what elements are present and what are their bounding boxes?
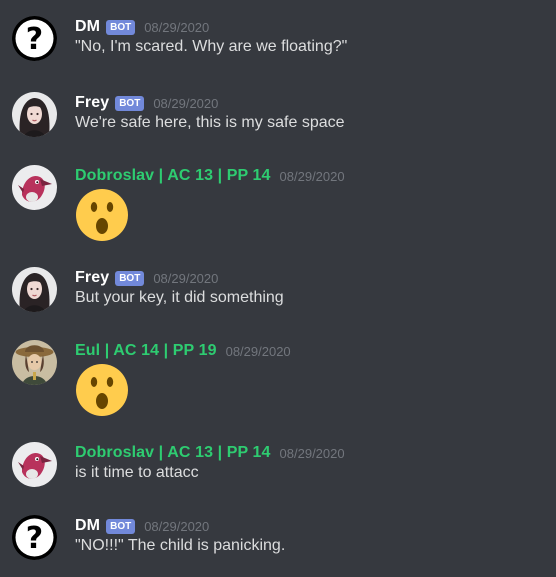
open-mouth-emoji[interactable] — [75, 363, 129, 417]
chat-message-list[interactable]: ? DM BOT 08/29/2020 "No, I'm scared. Why… — [0, 0, 556, 577]
username[interactable]: DM — [75, 517, 100, 535]
timestamp: 08/29/2020 — [153, 270, 219, 286]
username[interactable]: Dobroslav | AC 13 | PP 14 — [75, 167, 271, 185]
username[interactable]: Eul | AC 14 | PP 19 — [75, 342, 217, 360]
message-text: "No, I'm scared. Why are we floating?" — [75, 38, 348, 55]
message-text: is it time to attacc — [75, 464, 199, 481]
pink-bird-avatar[interactable] — [12, 165, 57, 210]
timestamp: 08/29/2020 — [279, 168, 345, 184]
username[interactable]: Frey — [75, 269, 109, 287]
pink-bird-avatar[interactable] — [12, 442, 57, 487]
hat-character-avatar[interactable] — [12, 340, 57, 385]
message-text: "NO!!!" The child is panicking. — [75, 537, 286, 554]
username[interactable]: Frey — [75, 94, 109, 112]
timestamp: 08/29/2020 — [144, 518, 210, 534]
dark-haired-woman-avatar[interactable] — [12, 92, 57, 137]
svg-text:?: ? — [26, 521, 43, 556]
bot-tag: BOT — [106, 518, 136, 534]
username[interactable]: DM — [75, 18, 100, 36]
open-mouth-emoji[interactable] — [75, 188, 129, 242]
timestamp: 08/29/2020 — [279, 445, 345, 461]
timestamp: 08/29/2020 — [153, 95, 219, 111]
question-mark-avatar[interactable]: ? — [12, 16, 57, 61]
svg-text:?: ? — [26, 22, 43, 57]
bot-tag: BOT — [106, 19, 136, 35]
question-mark-avatar[interactable]: ? — [12, 515, 57, 560]
bot-tag: BOT — [115, 95, 145, 111]
timestamp: 08/29/2020 — [225, 343, 291, 359]
timestamp: 08/29/2020 — [144, 19, 210, 35]
message-text: But your key, it did something — [75, 289, 284, 306]
bot-tag: BOT — [115, 270, 145, 286]
dark-haired-woman-avatar[interactable] — [12, 267, 57, 312]
message-text: We're safe here, this is my safe space — [75, 114, 345, 131]
username[interactable]: Dobroslav | AC 13 | PP 14 — [75, 444, 271, 462]
